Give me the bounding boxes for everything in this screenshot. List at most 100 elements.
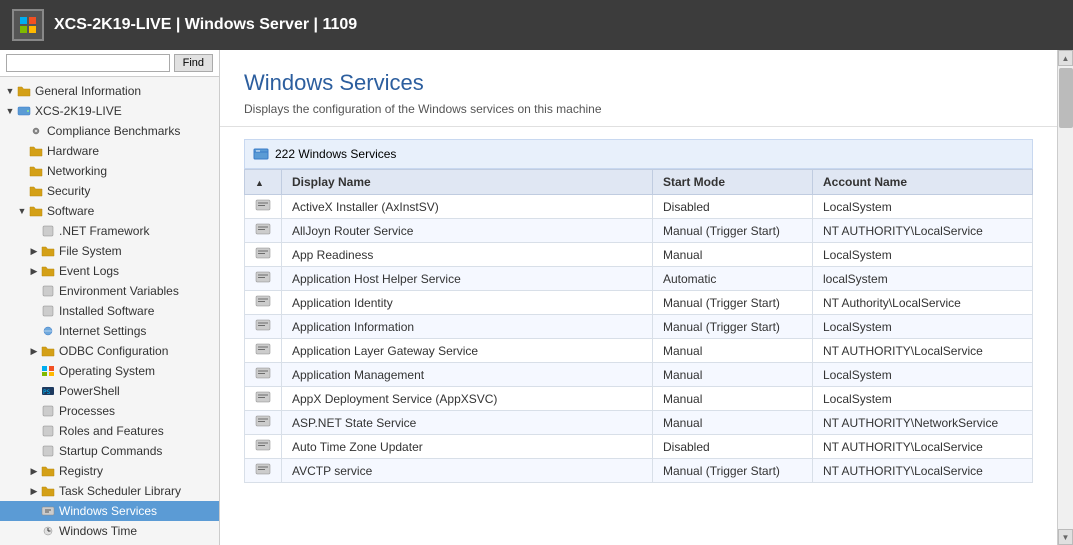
sidebar-item-odbc[interactable]: ▶ODBC Configuration xyxy=(0,341,219,361)
sidebar-item-wintime[interactable]: Windows Time xyxy=(0,521,219,541)
row-account-name: NT Authority\LocalService xyxy=(813,291,1033,315)
table-row[interactable]: AVCTP serviceManual (Trigger Start)NT AU… xyxy=(245,459,1033,483)
sidebar-item-label-winservices: Windows Services xyxy=(59,504,157,518)
sidebar-item-installedsoftware[interactable]: Installed Software xyxy=(0,301,219,321)
proc-icon xyxy=(40,403,56,419)
scroll-down-arrow[interactable]: ▼ xyxy=(1058,529,1073,545)
sidebar-item-rolesfeatures[interactable]: Roles and Features xyxy=(0,421,219,441)
sidebar-item-taskscheduler[interactable]: ▶Task Scheduler Library xyxy=(0,481,219,501)
sidebar-item-powershell[interactable]: PSPowerShell xyxy=(0,381,219,401)
sidebar-item-winrm[interactable]: WinRM Settings xyxy=(0,541,219,545)
sidebar-item-software[interactable]: ▼ Software xyxy=(0,201,219,221)
sidebar-item-compliance[interactable]: Compliance Benchmarks xyxy=(0,121,219,141)
row-display-name: App Readiness xyxy=(282,243,653,267)
expand-arrow-registry: ▶ xyxy=(28,465,40,477)
row-account-name: localSystem xyxy=(813,267,1033,291)
sidebar-item-dotnet[interactable]: .NET Framework xyxy=(0,221,219,241)
row-display-name: AllJoyn Router Service xyxy=(282,219,653,243)
sidebar-item-hardware[interactable]: Hardware xyxy=(0,141,219,161)
table-row[interactable]: App ReadinessManualLocalSystem xyxy=(245,243,1033,267)
row-icon-cell xyxy=(245,195,282,219)
expand-arrow-wintime xyxy=(28,525,40,537)
expand-arrow-os xyxy=(28,365,40,377)
table-row[interactable]: Auto Time Zone UpdaterDisabledNT AUTHORI… xyxy=(245,435,1033,459)
row-start-mode: Manual xyxy=(653,363,813,387)
service-icon xyxy=(40,503,56,519)
table-row[interactable]: Application ManagementManualLocalSystem xyxy=(245,363,1033,387)
table-row[interactable]: ActiveX Installer (AxInstSV)DisabledLoca… xyxy=(245,195,1033,219)
table-row[interactable]: AllJoyn Router ServiceManual (Trigger St… xyxy=(245,219,1033,243)
outer-scrollbar: ▲ ▼ xyxy=(1057,50,1073,545)
col-displayname-header[interactable]: Display Name xyxy=(282,170,653,195)
row-account-name: LocalSystem xyxy=(813,363,1033,387)
row-icon-cell xyxy=(245,339,282,363)
page-header: Windows Services Displays the configurat… xyxy=(220,50,1057,127)
sidebar-item-networking[interactable]: Networking xyxy=(0,161,219,181)
sidebar-item-label-registry: Registry xyxy=(59,464,103,478)
sidebar-item-xcs[interactable]: ▼XCS-2K19-LIVE xyxy=(0,101,219,121)
sidebar-item-os[interactable]: Operating System xyxy=(0,361,219,381)
row-icon-cell xyxy=(245,435,282,459)
row-account-name: LocalSystem xyxy=(813,243,1033,267)
sidebar-item-winservices[interactable]: Windows Services xyxy=(0,501,219,521)
col-startmode-header[interactable]: Start Mode xyxy=(653,170,813,195)
sidebar-item-label-eventlogs: Event Logs xyxy=(59,264,119,278)
section-label: Windows Services xyxy=(298,147,396,161)
expand-arrow-startup xyxy=(28,445,40,457)
row-display-name: ASP.NET State Service xyxy=(282,411,653,435)
app-header: XCS-2K19-LIVE | Windows Server | 1109 xyxy=(0,0,1073,50)
page-title: Windows Services xyxy=(244,70,1033,96)
search-input[interactable] xyxy=(6,54,170,72)
sidebar-item-label-wintime: Windows Time xyxy=(59,524,137,538)
sidebar: Find ▼General Information▼XCS-2K19-LIVEC… xyxy=(0,50,220,545)
row-display-name: Application Layer Gateway Service xyxy=(282,339,653,363)
expand-arrow-compliance xyxy=(16,125,28,137)
table-header-row: ▲ Display Name Start Mode Account Name xyxy=(245,170,1033,195)
find-button[interactable]: Find xyxy=(174,54,213,72)
folder-icon xyxy=(40,243,56,259)
ps-icon: PS xyxy=(40,383,56,399)
sidebar-item-filesystem[interactable]: ▶File System xyxy=(0,241,219,261)
sidebar-item-eventlogs[interactable]: ▶Event Logs xyxy=(0,261,219,281)
sidebar-item-envvars[interactable]: Environment Variables xyxy=(0,281,219,301)
sidebar-item-label-xcs: XCS-2K19-LIVE xyxy=(35,104,122,118)
sidebar-item-general-info[interactable]: ▼General Information xyxy=(0,81,219,101)
table-row[interactable]: Application InformationManual (Trigger S… xyxy=(245,315,1033,339)
sidebar-item-label-compliance: Compliance Benchmarks xyxy=(47,124,180,138)
col-accountname-header[interactable]: Account Name xyxy=(813,170,1033,195)
sidebar-item-label-os: Operating System xyxy=(59,364,155,378)
table-row[interactable]: AppX Deployment Service (AppXSVC)ManualL… xyxy=(245,387,1033,411)
table-row[interactable]: ASP.NET State ServiceManualNT AUTHORITY\… xyxy=(245,411,1033,435)
row-display-name: AVCTP service xyxy=(282,459,653,483)
table-row[interactable]: Application Layer Gateway ServiceManualN… xyxy=(245,339,1033,363)
sidebar-item-processes[interactable]: Processes xyxy=(0,401,219,421)
sidebar-item-registry[interactable]: ▶ Registry xyxy=(0,461,219,481)
scroll-thumb[interactable] xyxy=(1059,68,1073,128)
folder-icon xyxy=(40,463,56,479)
expand-arrow-software: ▼ xyxy=(16,205,28,217)
sidebar-item-label-software: Software xyxy=(47,204,94,218)
table-row[interactable]: Application IdentityManual (Trigger Star… xyxy=(245,291,1033,315)
expand-arrow-odbc: ▶ xyxy=(28,345,40,357)
sidebar-item-internetsettings[interactable]: Internet Settings xyxy=(0,321,219,341)
folder-icon xyxy=(40,483,56,499)
expand-arrow-processes xyxy=(28,405,40,417)
row-account-name: NT AUTHORITY\LocalService xyxy=(813,339,1033,363)
row-account-name: LocalSystem xyxy=(813,315,1033,339)
sidebar-item-startup[interactable]: Startup Commands xyxy=(0,441,219,461)
row-display-name: Application Identity xyxy=(282,291,653,315)
sidebar-item-security[interactable]: Security xyxy=(0,181,219,201)
row-icon-cell xyxy=(245,387,282,411)
row-display-name: Application Management xyxy=(282,363,653,387)
roles-icon xyxy=(40,423,56,439)
sidebar-item-label-dotnet: .NET Framework xyxy=(59,224,149,238)
expand-arrow-powershell xyxy=(28,385,40,397)
row-display-name: Application Information xyxy=(282,315,653,339)
table-row[interactable]: Application Host Helper ServiceAutomatic… xyxy=(245,267,1033,291)
software-icon xyxy=(40,303,56,319)
row-account-name: NT AUTHORITY\LocalService xyxy=(813,219,1033,243)
scroll-up-arrow[interactable]: ▲ xyxy=(1058,50,1073,66)
server-icon xyxy=(16,103,32,119)
sidebar-item-label-powershell: PowerShell xyxy=(59,384,120,398)
sidebar-item-label-internetsettings: Internet Settings xyxy=(59,324,146,338)
